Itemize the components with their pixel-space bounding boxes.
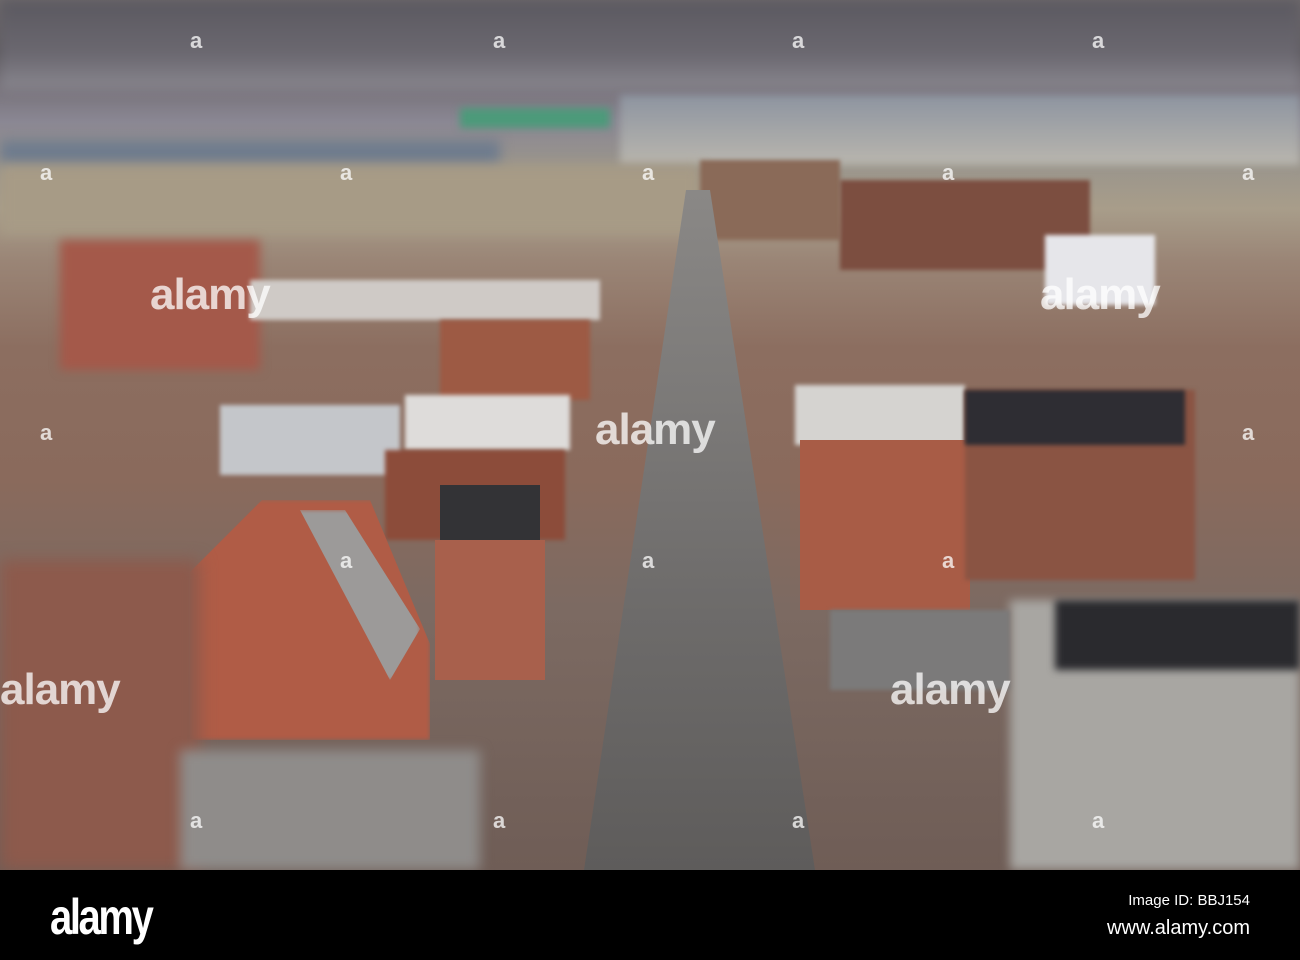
watermark-a: a [1242,420,1255,445]
watermark-a: a [40,420,53,445]
watermark-alamy: alamy [890,665,1011,714]
right-dark-roof [1055,600,1300,670]
watermark-a: a [792,28,805,53]
alamy-logo: alamy [50,889,154,945]
footer-bar: alamy Image ID: BBJ154 www.alamy.com [0,870,1300,960]
black-roof [440,485,540,540]
watermark-alamy: alamy [0,665,121,714]
town-aerial-photo: a a a a a a a a a alamy alamy alamy alam… [0,0,1300,870]
brick-block [440,320,590,400]
foreground-roof [180,750,480,870]
watermark-alamy: alamy [1040,270,1161,319]
white-roof [250,280,600,320]
watermark-a: a [340,548,353,573]
right-flat-roof [795,385,965,445]
watermark-a: a [1092,808,1105,833]
watermark-a: a [1242,160,1255,185]
watermark-a: a [190,28,203,53]
watermark-a: a [493,808,506,833]
watermark-a: a [792,808,805,833]
watermark-a: a [40,160,53,185]
white-roof-2 [405,395,570,450]
watermark-alamy: alamy [150,270,271,319]
watermark-a: a [642,548,655,573]
watermark-a: a [190,808,203,833]
grey-roof [220,405,400,475]
dark-roof [965,390,1185,445]
industrial-area [620,95,1300,165]
watermark-a: a [942,160,955,185]
left-foreground [0,560,200,870]
river [0,140,500,165]
watermark-a: a [642,160,655,185]
green-warehouse [460,108,610,128]
brick-townhouse [435,540,545,680]
image-id: Image ID: BBJ154 [1128,892,1250,909]
watermark-a: a [942,548,955,573]
watermark-a: a [493,28,506,53]
right-brick-building [800,440,970,610]
website-link[interactable]: www.alamy.com [1107,917,1250,940]
watermark-a: a [1092,28,1105,53]
brick-factory [700,160,840,240]
watermark-a: a [340,160,353,185]
watermark-alamy: alamy [595,405,716,454]
